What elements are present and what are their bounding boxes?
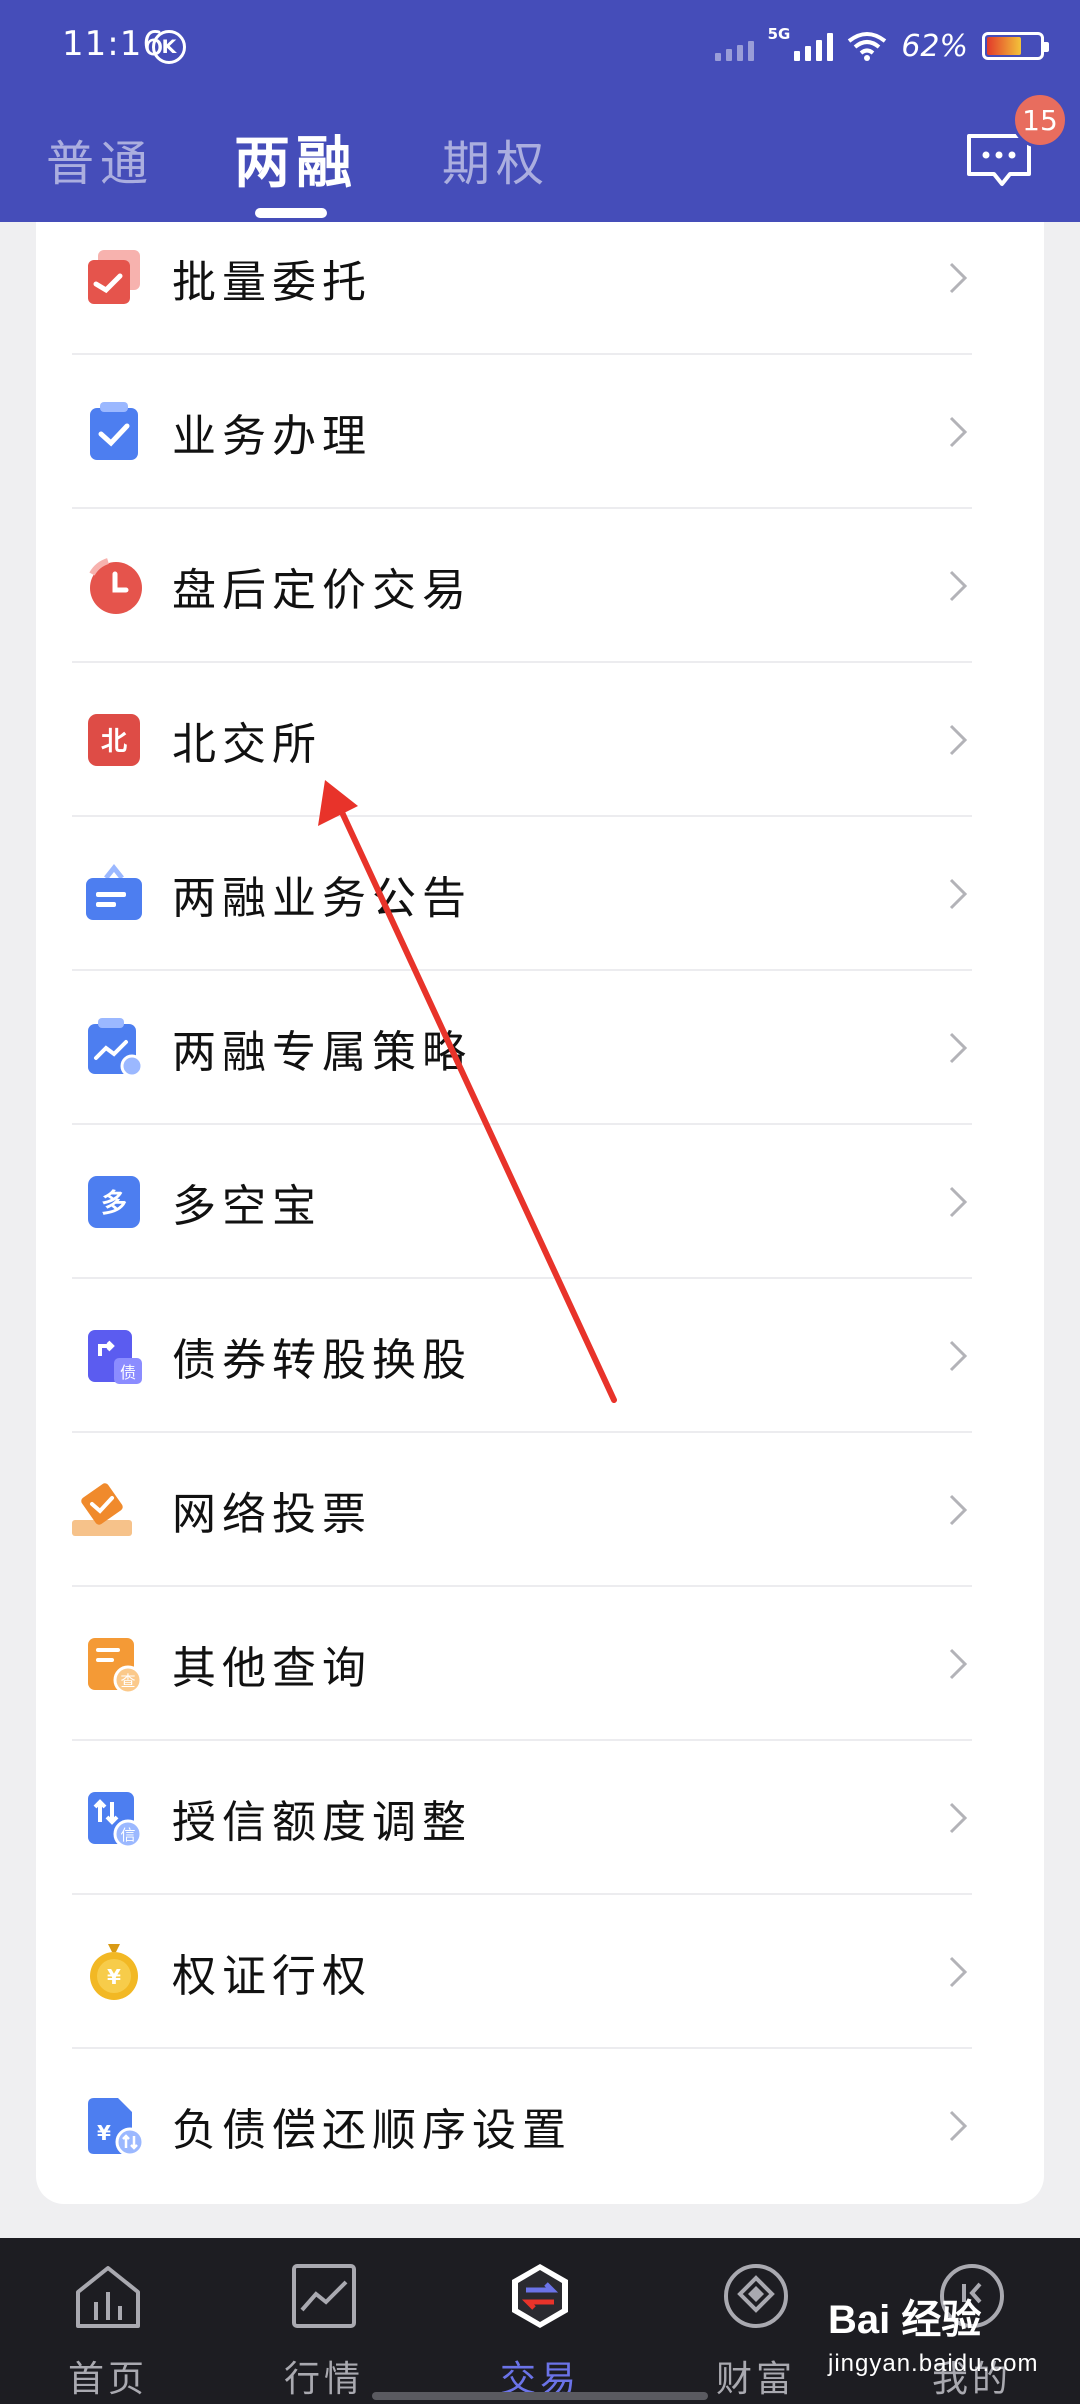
sim1-signal-icon [714, 31, 754, 61]
watermark: Bai 经验 jingyan.baidu.com [828, 2300, 1038, 2376]
menu-item-label: 多空宝 [172, 1181, 322, 1232]
repay-order-icon: ¥ [88, 2098, 144, 2156]
menu-item-online-vote[interactable]: 网络投票 [36, 1433, 1008, 1587]
chevron-right-icon [949, 416, 968, 448]
warrant-coin-icon: ¥ [90, 1944, 138, 2000]
duokong-icon: 多 [88, 1176, 140, 1228]
batch-order-icon [88, 250, 140, 304]
signal-icon [794, 31, 834, 61]
home-indicator [372, 2392, 708, 2400]
chevron-right-icon [949, 262, 968, 294]
chevron-right-icon [949, 1340, 968, 1372]
menu-item-label: 权证行权 [172, 1951, 372, 2002]
menu-item-label: 债券转股换股 [172, 1335, 472, 1386]
chevron-right-icon [949, 1648, 968, 1680]
menu-item-bond-convert[interactable]: 债 债券转股换股 [36, 1279, 1008, 1433]
chevron-right-icon [949, 1956, 968, 1988]
market-trend-icon [292, 2264, 356, 2328]
menu-item-label: 负债偿还顺序设置 [172, 2105, 572, 2156]
tab-normal[interactable]: 普通 [46, 124, 154, 194]
bse-icon: 北 [88, 714, 140, 766]
chevron-right-icon [949, 570, 968, 602]
chevron-right-icon [949, 2110, 968, 2142]
query-icon: 查 [88, 1638, 143, 1694]
tab-margin[interactable]: 两融 [234, 118, 358, 199]
menu-item-margin-notice[interactable]: 两融业务公告 [36, 817, 1008, 971]
menu-item-duokongbao[interactable]: 多 多空宝 [36, 1125, 1008, 1279]
nav-trade[interactable]: 交易 [470, 2238, 610, 2404]
clipboard-check-icon [90, 402, 138, 460]
menu-item-label: 批量委托 [172, 257, 372, 308]
menu-item-business[interactable]: 业务办理 [36, 355, 1008, 509]
nav-home[interactable]: 首页 [38, 2238, 178, 2404]
watermark-url: jingyan.baidu.com [828, 2350, 1039, 2377]
strategy-chart-icon [88, 1018, 144, 1078]
status-bar: 11:16 K 5G 62% [0, 0, 1080, 90]
menu-item-label: 业务办理 [172, 411, 372, 462]
menu-item-after-hours[interactable]: 盘后定价交易 [36, 509, 1008, 663]
chevron-right-icon [949, 724, 968, 756]
menu-item-label: 北交所 [172, 719, 322, 770]
wifi-icon [848, 32, 887, 61]
menu-item-bse[interactable]: 北 北交所 [36, 663, 1008, 817]
menu-item-batch-order[interactable]: 批量委托 [36, 201, 1008, 355]
menu-item-repay-order[interactable]: ¥ 负债偿还顺序设置 [36, 2049, 1008, 2203]
chevron-right-icon [949, 878, 968, 910]
svg-text:¥: ¥ [107, 1965, 121, 1989]
menu-item-label: 网络投票 [172, 1489, 372, 1540]
message-count-badge: 15 [1012, 92, 1068, 148]
chevron-right-icon [949, 1032, 968, 1064]
menu-item-credit-adjust[interactable]: 信 授信额度调整 [36, 1741, 1008, 1895]
menu-item-label: 两融专属策略 [172, 1027, 472, 1078]
app-header: 11:16 K 5G 62% 普通 两融 期权 15 [0, 0, 1080, 222]
nav-wealth[interactable]: 财富 [686, 2238, 826, 2404]
svg-text:多: 多 [101, 1189, 127, 1219]
notice-board-icon [86, 864, 142, 920]
home-chart-icon [76, 2266, 140, 2328]
credit-adjust-icon: 信 [88, 1792, 143, 1848]
menu-item-label: 盘后定价交易 [172, 565, 472, 616]
menu-item-margin-strategy[interactable]: 两融专属策略 [36, 971, 1008, 1125]
k-notification-icon: K [152, 30, 186, 64]
svg-text:¥: ¥ [97, 2121, 111, 2145]
svg-text:北: 北 [101, 727, 127, 757]
nav-label: 首页 [67, 2359, 148, 2400]
chevron-right-icon [949, 1802, 968, 1834]
wealth-diamond-icon [724, 2264, 788, 2328]
chevron-right-icon [949, 1186, 968, 1218]
nav-market[interactable]: 行情 [254, 2238, 394, 2404]
svg-text:信: 信 [120, 1826, 135, 1844]
status-indicators: 5G 62% [714, 25, 1049, 66]
battery-percent: 62% [901, 28, 968, 64]
svg-text:查: 查 [120, 1672, 135, 1690]
menu-item-label: 两融业务公告 [172, 873, 472, 924]
watermark-brand: Bai 经验 [828, 2298, 982, 2342]
vote-icon [72, 1483, 132, 1536]
clock-icon [89, 558, 142, 614]
chevron-right-icon [949, 1494, 968, 1526]
network-type: 5G [767, 25, 791, 43]
clock: 11:16 [62, 24, 165, 64]
tab-options[interactable]: 期权 [442, 124, 550, 194]
battery-icon [982, 32, 1049, 60]
bond-convert-icon: 债 [88, 1330, 142, 1384]
menu-item-other-query[interactable]: 查 其他查询 [36, 1587, 1008, 1741]
menu-item-warrant-exercise[interactable]: ¥ 权证行权 [36, 1895, 1008, 2049]
menu-item-label: 其他查询 [172, 1643, 372, 1694]
menu-item-label: 授信额度调整 [172, 1797, 472, 1848]
trade-exchange-icon [512, 2264, 568, 2328]
svg-text:债: 债 [120, 1363, 136, 1382]
